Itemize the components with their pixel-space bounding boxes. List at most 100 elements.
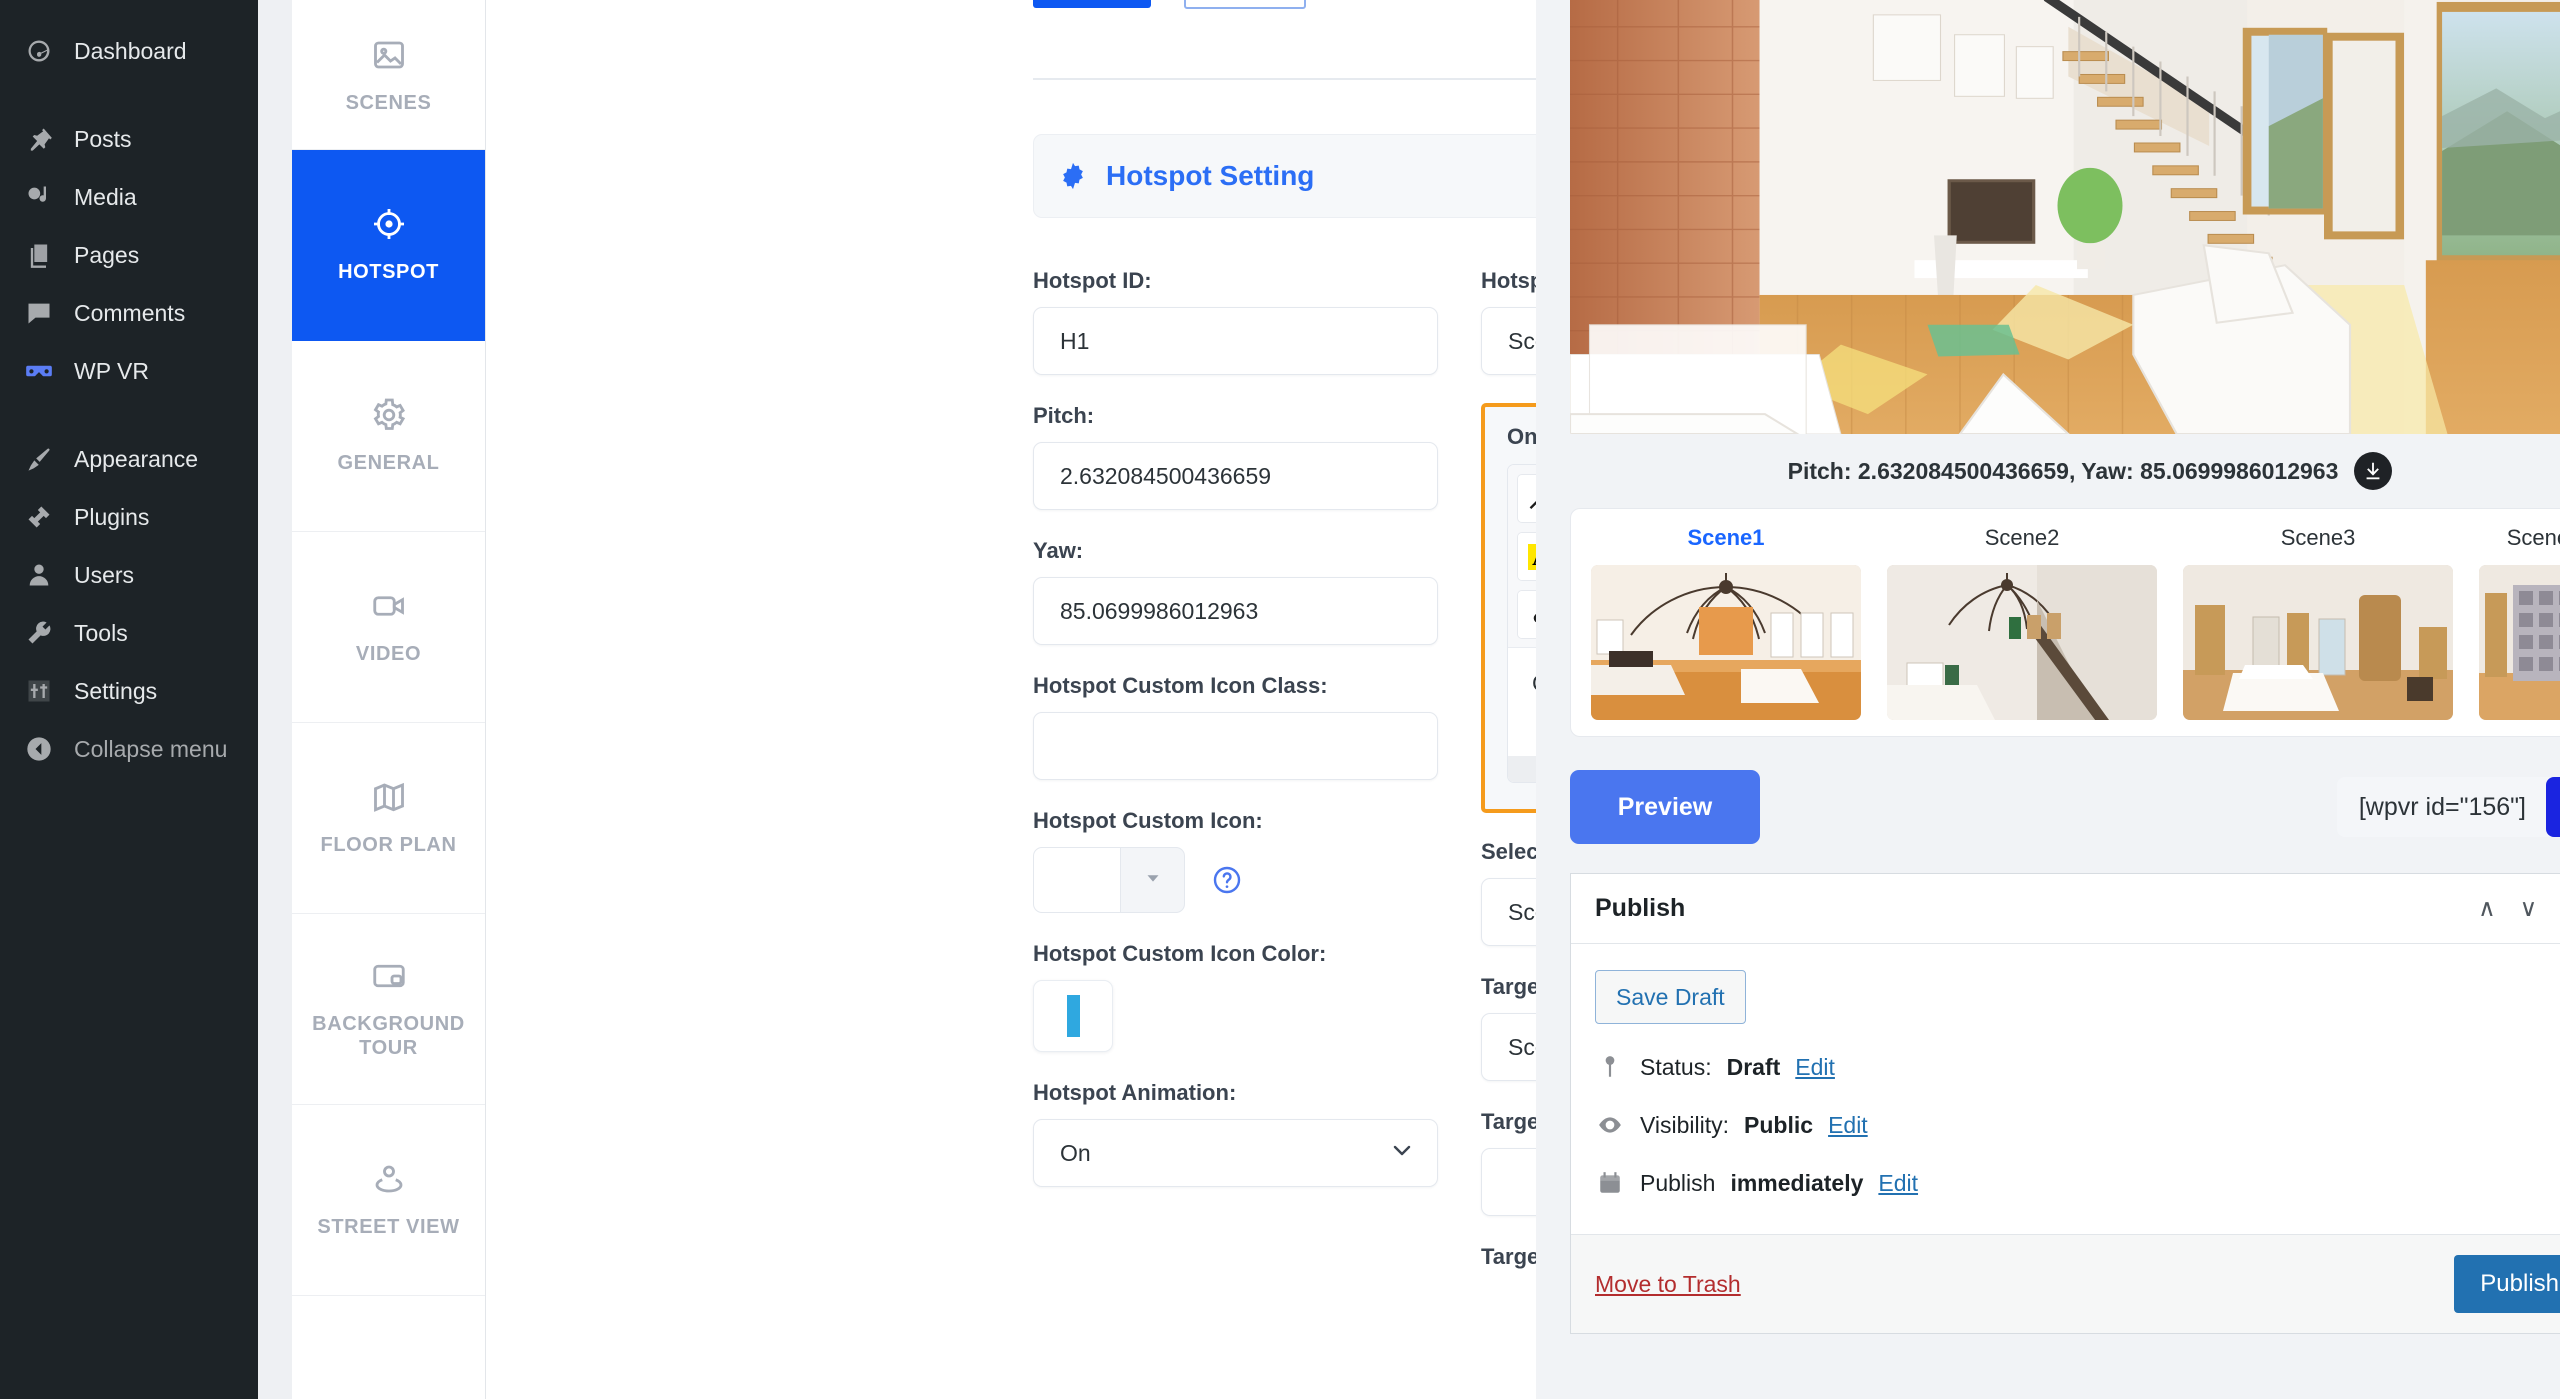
on-hover-content-card: On Hover Content: ▾ — [1481, 403, 1536, 813]
tab-scenes[interactable]: SCENES — [292, 0, 485, 150]
edit-status-link[interactable]: Edit — [1795, 1054, 1835, 1081]
gear-icon — [1056, 159, 1090, 193]
custom-icon-class-input[interactable] — [1033, 712, 1438, 780]
section-divider — [1033, 78, 1536, 80]
field-label: Yaw: — [1033, 538, 1084, 563]
sidebar-item-label: Media — [74, 183, 137, 210]
tab-label: VIDEO — [355, 642, 422, 665]
user-icon — [22, 558, 56, 592]
help-circle-icon[interactable] — [1211, 864, 1243, 896]
text-color-icon[interactable]: A — [1518, 533, 1536, 580]
dashboard-icon — [22, 34, 56, 68]
highlight-letter: A — [1528, 543, 1536, 570]
sidebar-item-tools[interactable]: Tools — [0, 604, 258, 662]
field-label: Target Scene ID: — [1481, 974, 1536, 999]
hotspot-type-select[interactable] — [1481, 307, 1536, 375]
visibility-label: Visibility: — [1640, 1111, 1730, 1138]
field-target-scene-pitch: Target Scene Pitch: — [1481, 1109, 1536, 1216]
sidebar-item-wp-vr[interactable]: WP VR — [0, 342, 258, 400]
preview-button[interactable]: Preview — [1570, 770, 1760, 844]
tab-video[interactable]: VIDEO — [292, 532, 485, 723]
sidebar-item-users[interactable]: Users — [0, 546, 258, 604]
select-target-scene-dropdown[interactable] — [1481, 878, 1536, 946]
field-label: Target Scene Pitch: — [1481, 1109, 1536, 1134]
editor-toolbar: ▾ B U sans-serif — [1508, 465, 1536, 648]
pitch-input[interactable] — [1033, 442, 1438, 510]
top-button-stubs — [1033, 0, 1306, 9]
edit-publish-date-link[interactable]: Edit — [1878, 1170, 1918, 1197]
sidebar-item-posts[interactable]: Posts — [0, 110, 258, 168]
tab-floor-plan[interactable]: FLOOR PLAN — [292, 723, 485, 914]
map-icon — [371, 779, 407, 820]
tab-general[interactable]: GENERAL — [292, 341, 485, 532]
tab-hotspot[interactable]: HOTSPOT — [292, 150, 485, 341]
target-scene-id-input[interactable] — [1481, 1013, 1536, 1081]
publish-button[interactable]: Publish — [2454, 1255, 2560, 1313]
pitch-yaw-readout-row: Pitch: 2.632084500436659, Yaw: 85.069998… — [1570, 434, 2560, 508]
field-label: On Hover Content: — [1507, 424, 1536, 449]
sidebar-item-appearance[interactable]: Appearance — [0, 430, 258, 488]
plug-icon — [22, 500, 56, 534]
edit-visibility-link[interactable]: Edit — [1828, 1112, 1868, 1139]
sidebar-item-label: Posts — [74, 125, 132, 152]
move-down-icon[interactable]: ∨ — [2520, 896, 2538, 921]
sidebar-item-label: WP VR — [74, 357, 149, 384]
collapse-arrow-icon — [22, 732, 56, 766]
scene-thumb-item[interactable]: Scene2 — [1887, 525, 2157, 720]
sidebar-item-dashboard[interactable]: Dashboard — [0, 22, 258, 80]
editor-content[interactable]: Go To Stairs — [1508, 648, 1536, 756]
rich-text-editor: ▾ B U sans-serif — [1507, 464, 1536, 783]
field-label: Hotspot Animation: — [1033, 1080, 1237, 1105]
tab-street-view[interactable]: STREET VIEW — [292, 1105, 485, 1296]
custom-icon-input[interactable] — [1033, 847, 1121, 913]
panorama-preview[interactable] — [1570, 0, 2560, 434]
wrench-icon — [22, 616, 56, 650]
pin-icon — [22, 122, 56, 156]
shortcode-text: [wpvr id="156"] — [2358, 792, 2526, 821]
download-circle-icon[interactable] — [2354, 452, 2393, 490]
scene-thumbnail — [1887, 565, 2157, 720]
move-to-trash-link[interactable]: Move to Trash — [1595, 1271, 1741, 1298]
rail-gutter — [258, 0, 292, 1399]
custom-icon-dropdown-button[interactable] — [1121, 847, 1185, 913]
eye-icon — [1595, 1110, 1625, 1140]
top-primary-button[interactable] — [1033, 0, 1151, 8]
tab-background-tour[interactable]: BACKGROUND TOUR — [292, 914, 485, 1105]
sidebar-item-media[interactable]: Media — [0, 168, 258, 226]
editor-toolbar-row-2: A ▾ 12 ▾ — [1517, 532, 1536, 581]
sidebar-item-settings[interactable]: Settings — [0, 662, 258, 720]
sidebar-item-plugins[interactable]: Plugins — [0, 488, 258, 546]
magic-wand-icon[interactable]: ▾ — [1518, 475, 1536, 522]
copy-shortcode-button[interactable] — [2546, 777, 2560, 837]
save-draft-button[interactable]: Save Draft — [1595, 970, 1746, 1024]
sidebar-item-label: Users — [74, 561, 135, 588]
sidebar-item-pages[interactable]: Pages — [0, 226, 258, 284]
hotspot-setting-header: Hotspot Setting — [1033, 134, 1536, 218]
tab-label: SCENES — [345, 91, 432, 114]
top-secondary-button[interactable] — [1184, 0, 1306, 9]
yaw-input[interactable] — [1033, 577, 1438, 645]
scene-thumb-item[interactable]: Scene3 — [2183, 525, 2453, 720]
field-custom-icon-color: Hotspot Custom Icon Color: — [1033, 941, 1438, 1052]
fields-left-column: Hotspot ID: Pitch: Yaw: Hotspot Custom I… — [1033, 268, 1438, 1215]
sidebar-item-label: Appearance — [74, 445, 199, 472]
scene-thumb-item[interactable]: Scene1 — [1591, 525, 1861, 720]
publish-visibility-row: Visibility: Public Edit — [1595, 1110, 2560, 1140]
scene-thumbnail-strip: Scene1 Scene2 Scene3 Scen — [1570, 508, 2560, 737]
editor-toolbar-row-3: </> ? — [1517, 590, 1536, 639]
sidebar-item-comments[interactable]: Comments — [0, 284, 258, 342]
sidebar-item-collapse-menu[interactable]: Collapse menu — [0, 720, 258, 778]
editor-resize-handle[interactable] — [1508, 756, 1536, 782]
hotspot-id-input[interactable] — [1033, 307, 1438, 375]
scene-thumb-item[interactable]: Scene4 — [2479, 525, 2560, 720]
field-custom-icon: Hotspot Custom Icon: — [1033, 808, 1438, 913]
move-up-icon[interactable]: ∧ — [2478, 896, 2496, 921]
hotspot-animation-select[interactable] — [1033, 1119, 1438, 1187]
media-icon — [22, 180, 56, 214]
field-label: Hotspot ID: — [1033, 268, 1152, 293]
pitch-yaw-readout: Pitch: 2.632084500436659, Yaw: 85.069998… — [1787, 457, 2339, 484]
field-label: Hotspot Custom Icon Color: — [1033, 941, 1327, 966]
link-icon[interactable] — [1518, 591, 1536, 638]
custom-icon-color-picker[interactable] — [1033, 980, 1113, 1052]
target-scene-pitch-input[interactable] — [1481, 1148, 1536, 1216]
